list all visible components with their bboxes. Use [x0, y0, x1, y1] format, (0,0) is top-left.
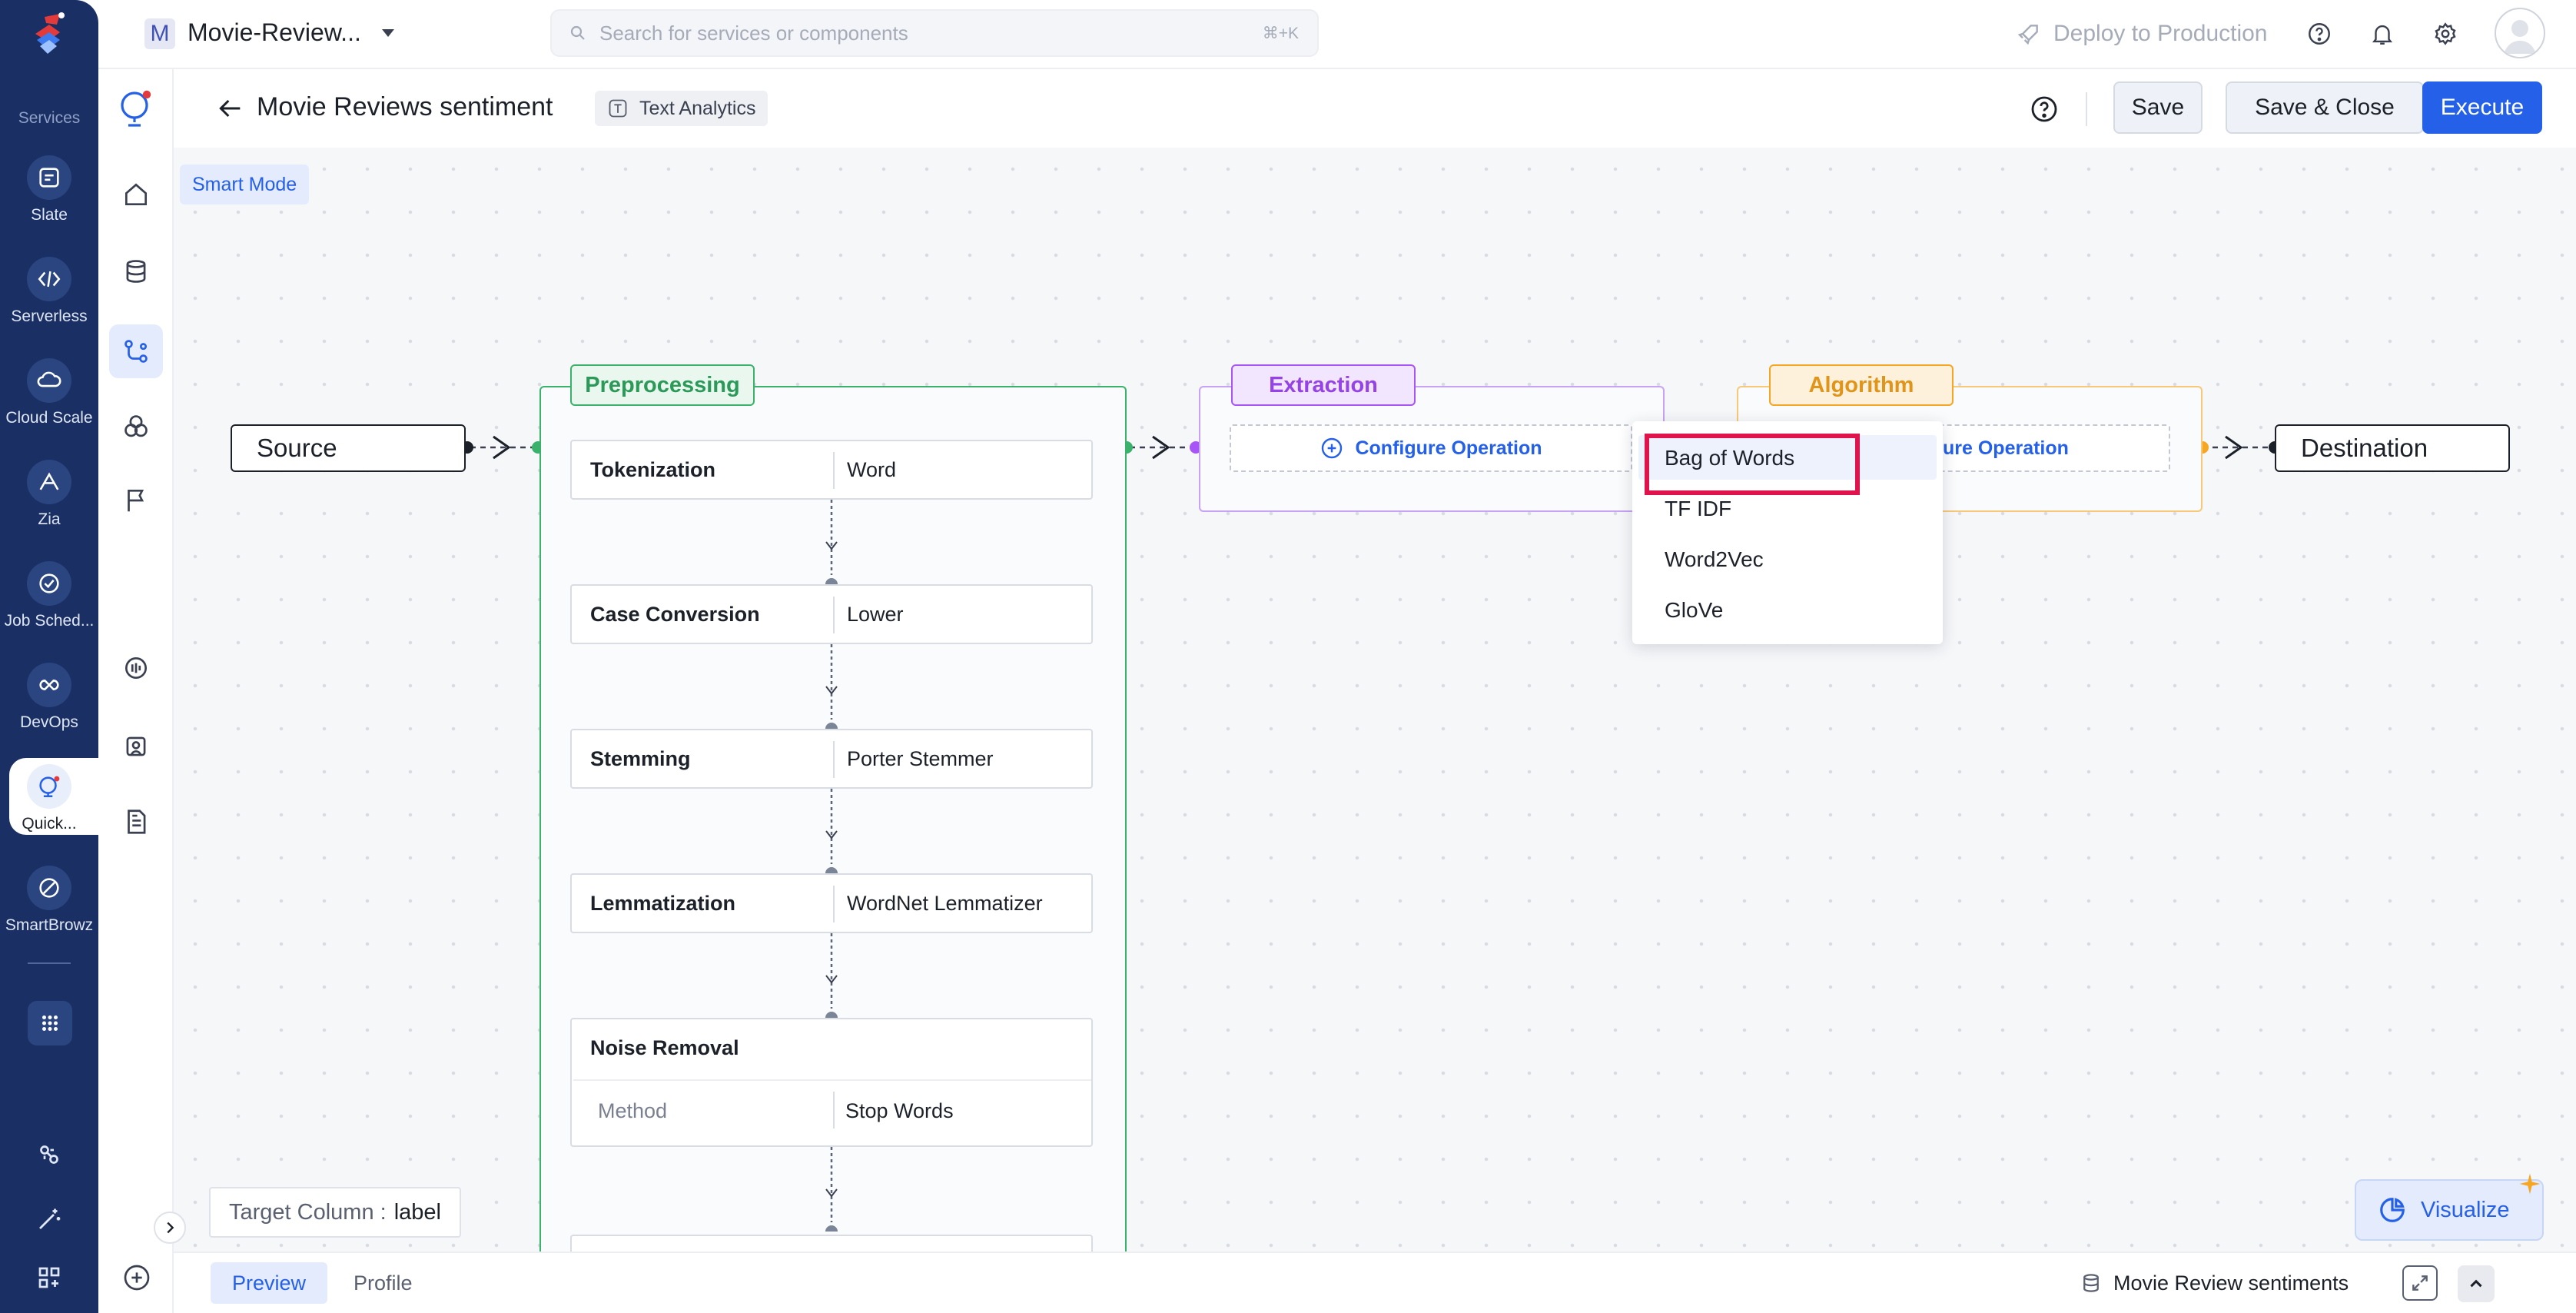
- collapse-panel-button[interactable]: [2458, 1265, 2495, 1302]
- pipeline-connectors: [461, 435, 2281, 460]
- step-value: Word: [847, 458, 897, 481]
- database-icon: [2080, 1271, 2103, 1295]
- step-name: Case Conversion: [590, 603, 760, 626]
- step-value: WordNet Lemmatizer: [847, 892, 1043, 915]
- step-name: Noise Removal: [590, 1036, 739, 1059]
- step-value: Porter Stemmer: [847, 747, 994, 770]
- configure-label: ure Operation: [1943, 437, 2069, 459]
- preprocessing-label: Preprocessing: [570, 364, 755, 406]
- step-name: Stemming: [590, 747, 691, 770]
- method-value: Stop Words: [845, 1099, 954, 1122]
- step-connectors: [825, 500, 838, 1232]
- destination-node[interactable]: Destination: [2275, 424, 2510, 472]
- plus-circle-icon: [1320, 436, 1344, 460]
- visualize-label: Visualize: [2421, 1197, 2510, 1222]
- dataset-name: Movie Review sentiments: [2113, 1271, 2349, 1295]
- option-word2vec[interactable]: Word2Vec: [1665, 547, 1764, 572]
- step-name: Tokenization: [590, 458, 716, 481]
- extraction-configure-button[interactable]: Configure Operation: [1230, 424, 1632, 472]
- dataset-info: Movie Review sentiments: [2080, 1262, 2349, 1304]
- pie-chart-icon: [2378, 1195, 2407, 1225]
- sparkle-icon: [2518, 1172, 2542, 1196]
- expand-sidebar-button[interactable]: [154, 1212, 186, 1244]
- highlight-box: [1645, 434, 1860, 495]
- option-tf-idf[interactable]: TF IDF: [1665, 497, 1731, 521]
- option-glove[interactable]: GloVe: [1665, 598, 1723, 623]
- source-node[interactable]: Source: [231, 424, 466, 472]
- algorithm-label: Algorithm: [1769, 364, 1954, 406]
- bottom-bar: Preview Profile Movie Review sentiments: [174, 1252, 2576, 1313]
- tab-preview[interactable]: Preview: [211, 1262, 328, 1304]
- step-tokenization[interactable]: Tokenization Word: [570, 440, 1093, 500]
- configure-label: Configure Operation: [1355, 437, 1542, 459]
- target-column-label: Target Column :: [229, 1199, 387, 1225]
- visualize-button[interactable]: Visualize: [2355, 1179, 2544, 1241]
- extraction-label: Extraction: [1231, 364, 1416, 406]
- target-column-chip[interactable]: Target Column : label: [209, 1187, 461, 1238]
- method-label: Method: [598, 1099, 668, 1122]
- step-value: Lower: [847, 603, 904, 626]
- tab-profile[interactable]: Profile: [354, 1262, 413, 1304]
- expand-icon[interactable]: [2402, 1265, 2438, 1301]
- step-name: Lemmatization: [590, 892, 736, 915]
- target-column-value: label: [393, 1199, 441, 1225]
